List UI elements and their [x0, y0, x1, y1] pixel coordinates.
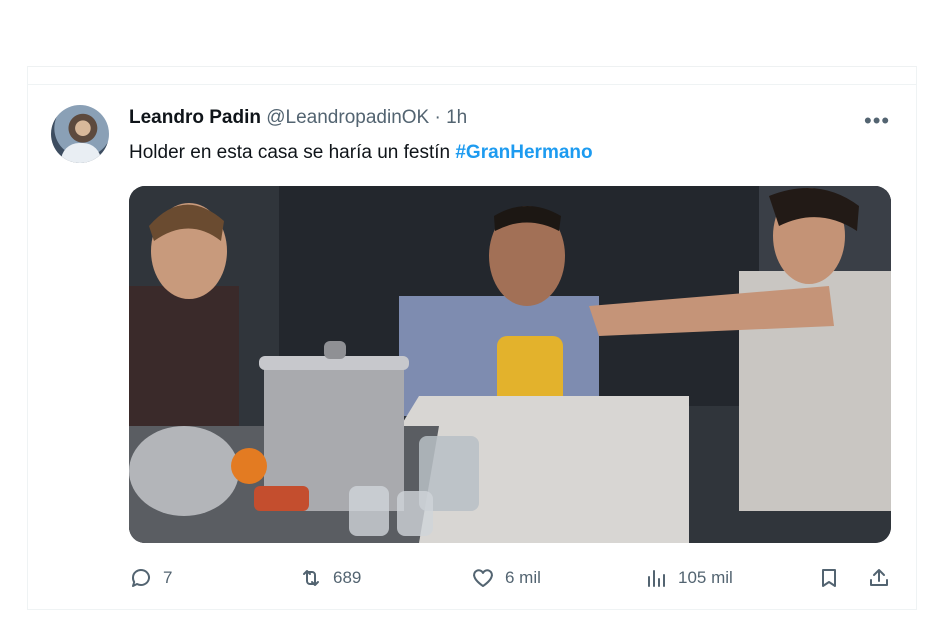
user-handle[interactable]: @LeandropadinOK — [266, 107, 429, 128]
more-horizontal-icon[interactable]: ••• — [864, 108, 890, 134]
heart-icon — [471, 566, 495, 590]
tweet-time[interactable]: 1h — [446, 107, 467, 128]
separator-dot: · — [434, 107, 441, 128]
avatar[interactable] — [51, 105, 109, 163]
divider — [27, 84, 917, 85]
retweet-button[interactable]: 689 — [299, 563, 361, 593]
tweet-media-image[interactable] — [129, 186, 891, 543]
share-icon — [867, 566, 891, 590]
tweet-text: Holder en esta casa se haría un festín #… — [129, 142, 593, 164]
display-name[interactable]: Leandro Padin — [129, 107, 261, 128]
views-button[interactable]: 105 mil — [644, 563, 733, 593]
reply-button[interactable]: 7 — [129, 563, 172, 593]
tweet-header: Leandro Padin @LeandropadinOK · 1h — [129, 107, 467, 129]
views-chart-icon — [644, 566, 668, 590]
share-button[interactable] — [867, 563, 901, 593]
retweet-count: 689 — [333, 568, 362, 587]
bookmark-icon — [817, 566, 841, 590]
tweet-actions: 7 689 6 mil 105 mil — [129, 563, 891, 593]
reply-count: 7 — [163, 568, 173, 587]
like-button[interactable]: 6 mil — [471, 563, 541, 593]
bookmark-button[interactable] — [817, 563, 851, 593]
hashtag-link[interactable]: #GranHermano — [455, 142, 592, 163]
views-count: 105 mil — [678, 568, 733, 587]
reply-icon — [129, 566, 153, 590]
retweet-icon — [299, 566, 323, 590]
like-count: 6 mil — [505, 568, 541, 587]
tweet-text-body: Holder en esta casa se haría un festín — [129, 142, 456, 163]
